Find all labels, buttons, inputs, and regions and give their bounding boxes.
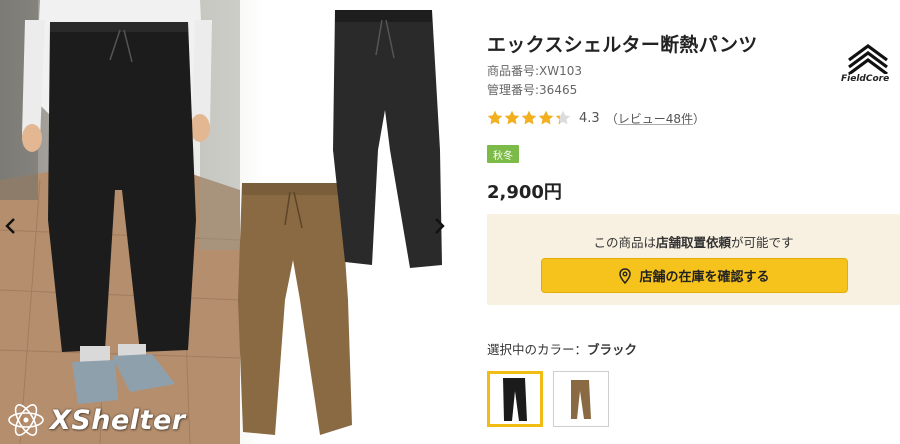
star-icon <box>504 110 520 125</box>
rating-score: 4.3 <box>579 110 600 126</box>
product-code: 商品番号:XW103 <box>487 64 583 78</box>
rating-row: 4.3 （レビュー48件） <box>487 109 705 127</box>
star-icon <box>555 110 571 125</box>
xshelter-logo: XShelter <box>6 400 186 440</box>
fieldcore-logo: FieldCore <box>841 40 893 86</box>
star-icon <box>538 110 554 125</box>
black-pants-image <box>333 10 442 268</box>
selected-color-label: 選択中のカラー：ブラック <box>487 342 638 357</box>
product-main-image <box>0 0 442 444</box>
brown-pants-image <box>238 183 352 435</box>
model-shoe-left <box>72 360 118 404</box>
star-icon <box>521 110 537 125</box>
color-swatch-black[interactable] <box>487 371 543 427</box>
check-store-stock-label: 店舗の在庫を確認する <box>639 270 770 285</box>
atom-icon <box>8 404 44 436</box>
reviews-link-label: レビュー48件 <box>617 111 693 126</box>
gallery-next-button[interactable] <box>430 212 450 240</box>
product-title: エックスシェルター断熱パンツ <box>487 34 758 56</box>
location-pin-icon <box>619 267 632 284</box>
color-swatches <box>487 371 609 427</box>
selected-color-name: ブラック <box>587 342 638 357</box>
gallery-prev-button[interactable] <box>0 212 20 240</box>
fieldcore-mark-icon <box>848 44 888 76</box>
star-rating <box>487 110 571 126</box>
reviews-link[interactable]: （レビュー48件） <box>606 110 705 127</box>
product-image-gallery[interactable]: XShelter <box>0 0 455 444</box>
color-swatch-brown[interactable] <box>553 371 609 427</box>
fieldcore-logo-text: FieldCore <box>841 74 890 84</box>
product-info-panel: エックスシェルター断熱パンツ 商品番号:XW103 管理番号:36465 Fie… <box>487 0 900 444</box>
star-icon <box>487 110 503 125</box>
chevron-right-icon <box>435 218 445 234</box>
management-code: 管理番号:36465 <box>487 83 578 97</box>
chevron-left-icon <box>5 218 15 234</box>
store-pickup-box: この商品は店舗取置依頼が可能です 店舗の在庫を確認する <box>487 214 900 305</box>
price: 2,900円 <box>487 182 562 203</box>
black-pants-thumbnail <box>503 378 527 421</box>
season-badge: 秋冬 <box>487 145 519 163</box>
xshelter-logo-text: XShelter <box>50 404 186 436</box>
brown-pants-thumbnail <box>571 380 591 419</box>
store-pickup-message: この商品は店舗取置依頼が可能です <box>593 235 794 250</box>
check-store-stock-button[interactable]: 店舗の在庫を確認する <box>541 258 848 293</box>
